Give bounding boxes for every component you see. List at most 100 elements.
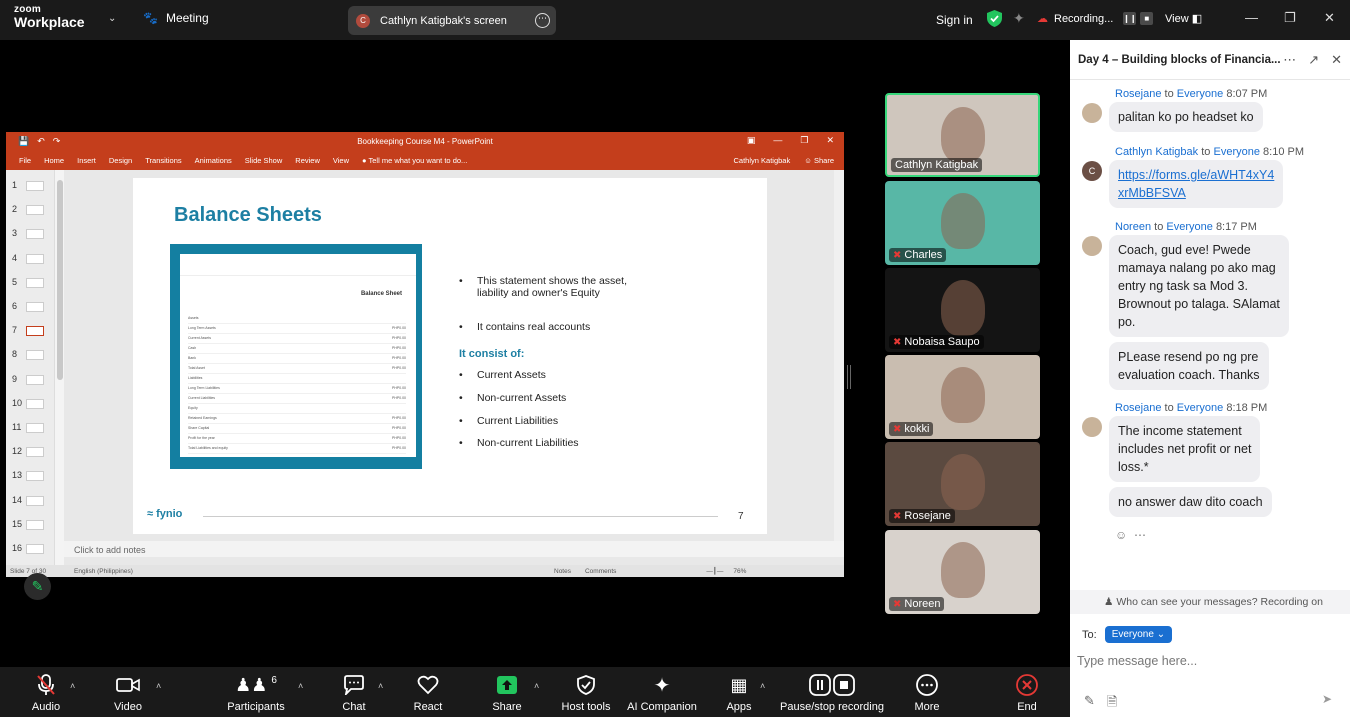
sender-name[interactable]: Rosejane — [1115, 88, 1161, 100]
ppt-share-button[interactable]: ☺ Share — [804, 156, 834, 165]
slide-thumbnail[interactable]: 2 — [12, 204, 52, 216]
slide-thumbnail[interactable]: 11 — [12, 422, 52, 433]
minimize-icon[interactable]: — — [1245, 10, 1258, 25]
stop-icon[interactable]: ■ — [1140, 12, 1154, 25]
more-options-icon[interactable]: ⋯ — [1283, 52, 1296, 68]
participants-button[interactable]: ♟♟ 6 Participants — [226, 673, 286, 714]
chat-button[interactable]: Chat — [340, 673, 368, 713]
ppt-ribbon-options-icon[interactable]: ▣ — [747, 135, 756, 146]
chevron-up-icon[interactable]: ˄ — [70, 681, 75, 691]
tab-transitions[interactable]: Transitions — [145, 156, 181, 165]
slide-thumbnail[interactable]: 1 — [12, 180, 52, 191]
privacy-note[interactable]: ♟ Who can see your messages? Recording o… — [1070, 590, 1350, 614]
chevron-up-icon[interactable]: ˄ — [378, 681, 383, 691]
chevron-up-icon[interactable]: ˄ — [156, 681, 161, 691]
video-tile[interactable]: ✖ Nobaisa Saupo — [885, 268, 1040, 352]
save-icon[interactable]: 💾 — [18, 136, 29, 147]
form-link[interactable]: https://forms.gle/aWHT4xY4 — [1118, 168, 1274, 182]
pause-icon[interactable]: ❙❙ — [1123, 12, 1137, 25]
recording-indicator[interactable]: ☁ Recording... ❙❙ ■ — [1037, 12, 1154, 25]
sender-name[interactable]: Cathlyn Katigbak — [1115, 146, 1198, 158]
recipient-dropdown[interactable]: Everyone ⌄ — [1104, 626, 1173, 643]
status-zoom-level[interactable]: 76% — [733, 568, 746, 575]
ppt-maximize-icon[interactable]: ❐ — [800, 135, 808, 146]
chevron-down-icon[interactable]: ⌄ — [108, 13, 116, 24]
redo-icon[interactable]: ↷ — [53, 136, 61, 147]
meeting-menu[interactable]: 🐾 Meeting — [143, 11, 209, 25]
slide-thumbnail[interactable]: 9 — [12, 374, 52, 385]
tab-slide-show[interactable]: Slide Show — [245, 156, 283, 165]
slide-thumbnail[interactable]: 7 — [12, 325, 52, 337]
video-tile[interactable]: Cathlyn Katigbak — [885, 93, 1040, 177]
tab-insert[interactable]: Insert — [77, 156, 96, 165]
ai-companion-button[interactable]: ✦ AI Companion — [626, 673, 698, 714]
slide-thumbnail[interactable]: 6 — [12, 301, 52, 312]
slide-thumbnail[interactable]: 14 — [12, 495, 52, 506]
screen-share-indicator[interactable]: C Cathlyn Katigbak's screen ⋯ — [348, 6, 556, 35]
slide-thumbnail[interactable]: 10 — [12, 398, 52, 409]
message-bubble[interactable]: palitan ko po headset ko — [1109, 102, 1263, 132]
ppt-minimize-icon[interactable]: — — [773, 135, 782, 146]
slide-thumbnail[interactable]: 8 — [12, 349, 52, 361]
message-bubble[interactable]: Coach, gud eve! Pwede mamaya nalang po a… — [1109, 235, 1289, 337]
end-meeting-button[interactable]: End — [1012, 673, 1042, 713]
react-button[interactable]: React — [413, 673, 443, 713]
shield-icon[interactable] — [987, 10, 1002, 27]
chat-message-input[interactable] — [1077, 651, 1337, 671]
slide-thumbnail[interactable]: 15 — [12, 519, 52, 530]
file-attach-icon[interactable]: 🗎 — [1107, 693, 1117, 715]
status-comments-button[interactable]: Comments — [585, 568, 616, 575]
video-tile[interactable]: ✖ Noreen — [885, 530, 1040, 614]
video-button[interactable]: Video — [112, 673, 144, 713]
slide-thumbnail[interactable]: 5 — [12, 277, 52, 288]
thumbnail-scrollbar[interactable] — [54, 170, 64, 565]
maximize-icon[interactable]: ❐ — [1284, 10, 1296, 26]
add-reaction-icon[interactable]: ☺ — [1115, 528, 1127, 542]
tab-home[interactable]: Home — [44, 156, 64, 165]
format-text-icon[interactable]: ✎ — [1084, 693, 1095, 715]
sign-in-link[interactable]: Sign in — [936, 13, 973, 27]
tab-review[interactable]: Review — [295, 156, 320, 165]
status-notes-button[interactable]: Notes — [554, 568, 571, 575]
close-icon[interactable]: ✕ — [1331, 52, 1342, 68]
chevron-up-icon[interactable]: ˄ — [534, 681, 539, 691]
form-link-cont[interactable]: xrMbBFSVA — [1118, 186, 1186, 200]
more-button[interactable]: More — [912, 673, 942, 713]
message-bubble[interactable]: The income statement includes net profit… — [1109, 416, 1261, 482]
more-actions-icon[interactable]: ⋯ — [1134, 528, 1146, 542]
panel-resize-handle[interactable] — [847, 365, 851, 389]
message-bubble[interactable]: no answer daw dito coach — [1109, 487, 1272, 517]
tab-animations[interactable]: Animations — [195, 156, 232, 165]
slide-thumbnail[interactable]: 16 — [12, 543, 52, 554]
slide-thumbnail[interactable]: 12 — [12, 446, 52, 458]
tab-file[interactable]: File — [19, 156, 31, 165]
slide-thumbnail[interactable]: 4 — [12, 253, 52, 264]
view-menu[interactable]: View ◧ — [1165, 12, 1202, 25]
host-tools-button[interactable]: Host tools — [560, 673, 612, 713]
tab-view[interactable]: View — [333, 156, 349, 165]
apps-button[interactable]: ▦ Apps — [724, 673, 754, 714]
slide-thumbnail[interactable]: 3 — [12, 228, 52, 240]
video-tile[interactable]: ✖ Charles — [885, 181, 1040, 265]
current-slide[interactable]: Balance Sheets Balance Sheet Assets Long … — [133, 178, 767, 534]
send-icon[interactable]: ➤ — [1322, 692, 1338, 706]
chevron-up-icon[interactable]: ˄ — [298, 681, 303, 691]
video-tile[interactable]: ✖ kokki — [885, 355, 1040, 439]
close-icon[interactable]: ✕ — [1324, 10, 1335, 26]
zoom-slider[interactable]: —┃— — [706, 567, 723, 575]
chevron-up-icon[interactable]: ˄ — [760, 681, 765, 691]
tell-me-box[interactable]: ● Tell me what you want to do... — [362, 156, 467, 165]
sender-name[interactable]: Noreen — [1115, 221, 1151, 233]
share-button[interactable]: Share — [492, 673, 522, 713]
slide-scrollbar[interactable] — [834, 170, 844, 550]
message-bubble[interactable]: PLease resend po ng pre evaluation coach… — [1109, 342, 1269, 390]
ai-sparkle-icon[interactable]: ✦ — [1013, 10, 1025, 27]
video-tile[interactable]: ✖ Rosejane — [885, 442, 1040, 526]
ppt-close-icon[interactable]: ✕ — [826, 135, 834, 146]
zoom-logo[interactable]: zoom Workplace — [14, 5, 85, 30]
pause-stop-recording-button[interactable]: Pause/stop recording — [780, 673, 884, 713]
undo-icon[interactable]: ↶ — [37, 136, 45, 147]
slide-thumbnail[interactable]: 13 — [12, 470, 52, 482]
message-bubble[interactable]: https://forms.gle/aWHT4xY4 xrMbBFSVA — [1109, 160, 1284, 208]
annotate-pencil-icon[interactable]: ✎ — [24, 573, 51, 600]
